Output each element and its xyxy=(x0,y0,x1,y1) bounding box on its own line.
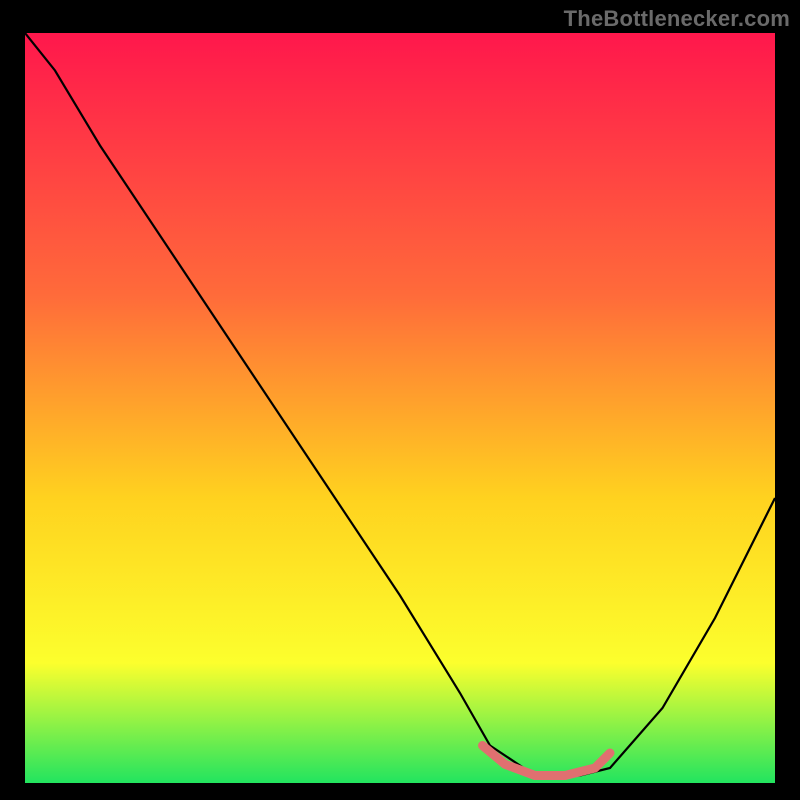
gradient-background xyxy=(25,33,775,783)
attribution-text: TheBottlenecker.com xyxy=(564,6,790,32)
chart-frame xyxy=(25,33,775,783)
bottleneck-chart xyxy=(25,33,775,783)
